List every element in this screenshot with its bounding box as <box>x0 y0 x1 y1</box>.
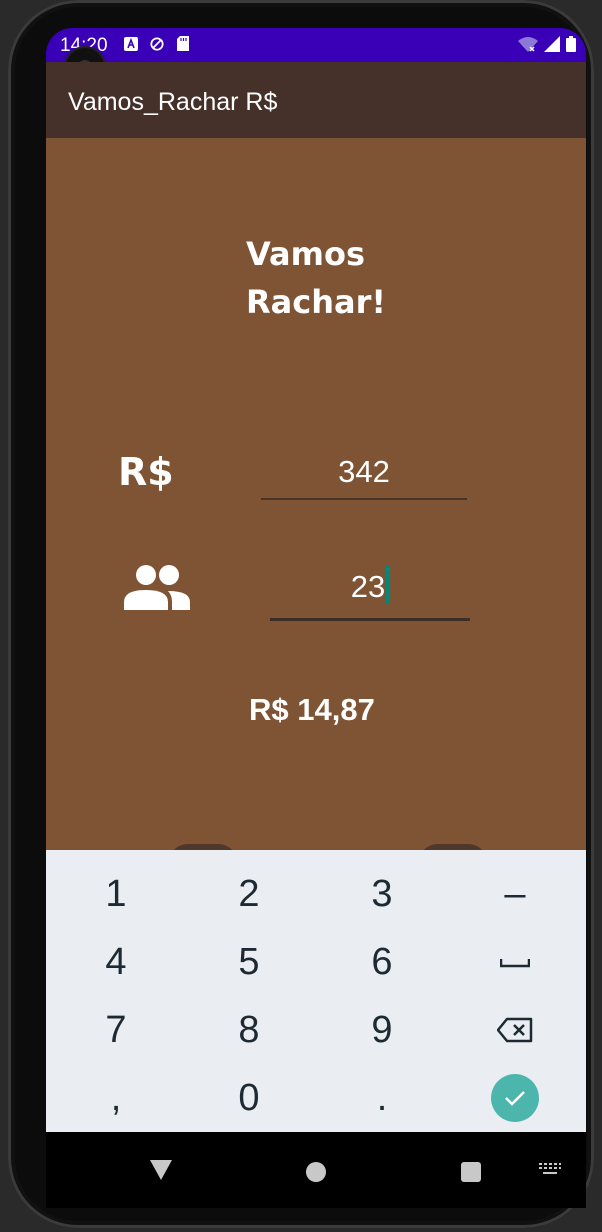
period-key[interactable]: . <box>322 1066 442 1130</box>
sd-card-icon <box>176 36 190 51</box>
app-title: Vamos_Rachar R$ <box>68 88 278 116</box>
key-label: 5 <box>238 940 260 983</box>
backspace-icon <box>497 1017 533 1043</box>
key-label: 3 <box>371 872 393 915</box>
keyboard-a-icon <box>124 36 138 51</box>
key-3[interactable]: 3 <box>322 862 442 926</box>
space-key[interactable] <box>455 930 575 994</box>
amount-input[interactable]: 342 <box>261 454 467 500</box>
nav-home-icon[interactable] <box>306 1162 326 1182</box>
currency-label: R$ <box>118 450 174 494</box>
enter-key[interactable] <box>455 1066 575 1130</box>
amount-value: 342 <box>338 454 390 489</box>
key-label: . <box>376 1076 388 1119</box>
key-label: 6 <box>371 940 393 983</box>
key-1[interactable]: 1 <box>56 862 176 926</box>
key-9[interactable]: 9 <box>322 998 442 1062</box>
backspace-key[interactable] <box>455 998 575 1062</box>
enter-icon <box>491 1074 539 1122</box>
minus-key[interactable]: – <box>455 862 575 926</box>
sync-icon <box>150 36 164 51</box>
key-label: , <box>110 1076 122 1119</box>
page-heading: Vamos Rachar! <box>246 235 386 321</box>
key-label: 8 <box>238 1008 260 1051</box>
result-text: R$ 14,87 <box>249 692 375 727</box>
key-2[interactable]: 2 <box>189 862 309 926</box>
people-icon <box>124 564 190 615</box>
key-4[interactable]: 4 <box>56 930 176 994</box>
space-icon <box>500 959 530 968</box>
key-label: 1 <box>105 872 127 915</box>
nav-recents-icon[interactable] <box>461 1162 481 1182</box>
main-content: Vamos Rachar! R$ 342 23 R$ 14,87 <box>46 138 586 864</box>
key-label: 2 <box>238 872 260 915</box>
key-label: 0 <box>238 1076 260 1119</box>
key-label: 7 <box>105 1008 127 1051</box>
navigation-bar <box>46 1132 586 1208</box>
numeric-keyboard: 1 2 3 – 4 5 6 7 8 9, 0. <box>46 850 586 1132</box>
screen: 14:20 <box>46 28 586 1208</box>
key-label: 4 <box>105 940 127 983</box>
key-5[interactable]: 5 <box>189 930 309 994</box>
people-value: 23 <box>350 569 386 604</box>
signal-icon <box>544 36 560 57</box>
key-7[interactable]: 7 <box>56 998 176 1062</box>
people-input[interactable]: 23 <box>270 566 470 621</box>
key-6[interactable]: 6 <box>322 930 442 994</box>
key-label: – <box>504 872 526 915</box>
text-cursor <box>386 566 390 604</box>
key-label: 9 <box>371 1008 393 1051</box>
key-0[interactable]: 0 <box>189 1066 309 1130</box>
wifi-icon <box>518 36 538 57</box>
battery-icon <box>566 36 576 57</box>
key-8[interactable]: 8 <box>189 998 309 1062</box>
status-bar: 14:20 <box>46 28 586 88</box>
comma-key[interactable]: , <box>56 1066 176 1130</box>
nav-back-icon[interactable] <box>150 1160 172 1185</box>
keyboard-switch-icon[interactable] <box>538 1162 562 1183</box>
app-bar: Vamos_Rachar R$ <box>46 62 586 138</box>
phone-frame: 14:20 <box>8 0 594 1228</box>
